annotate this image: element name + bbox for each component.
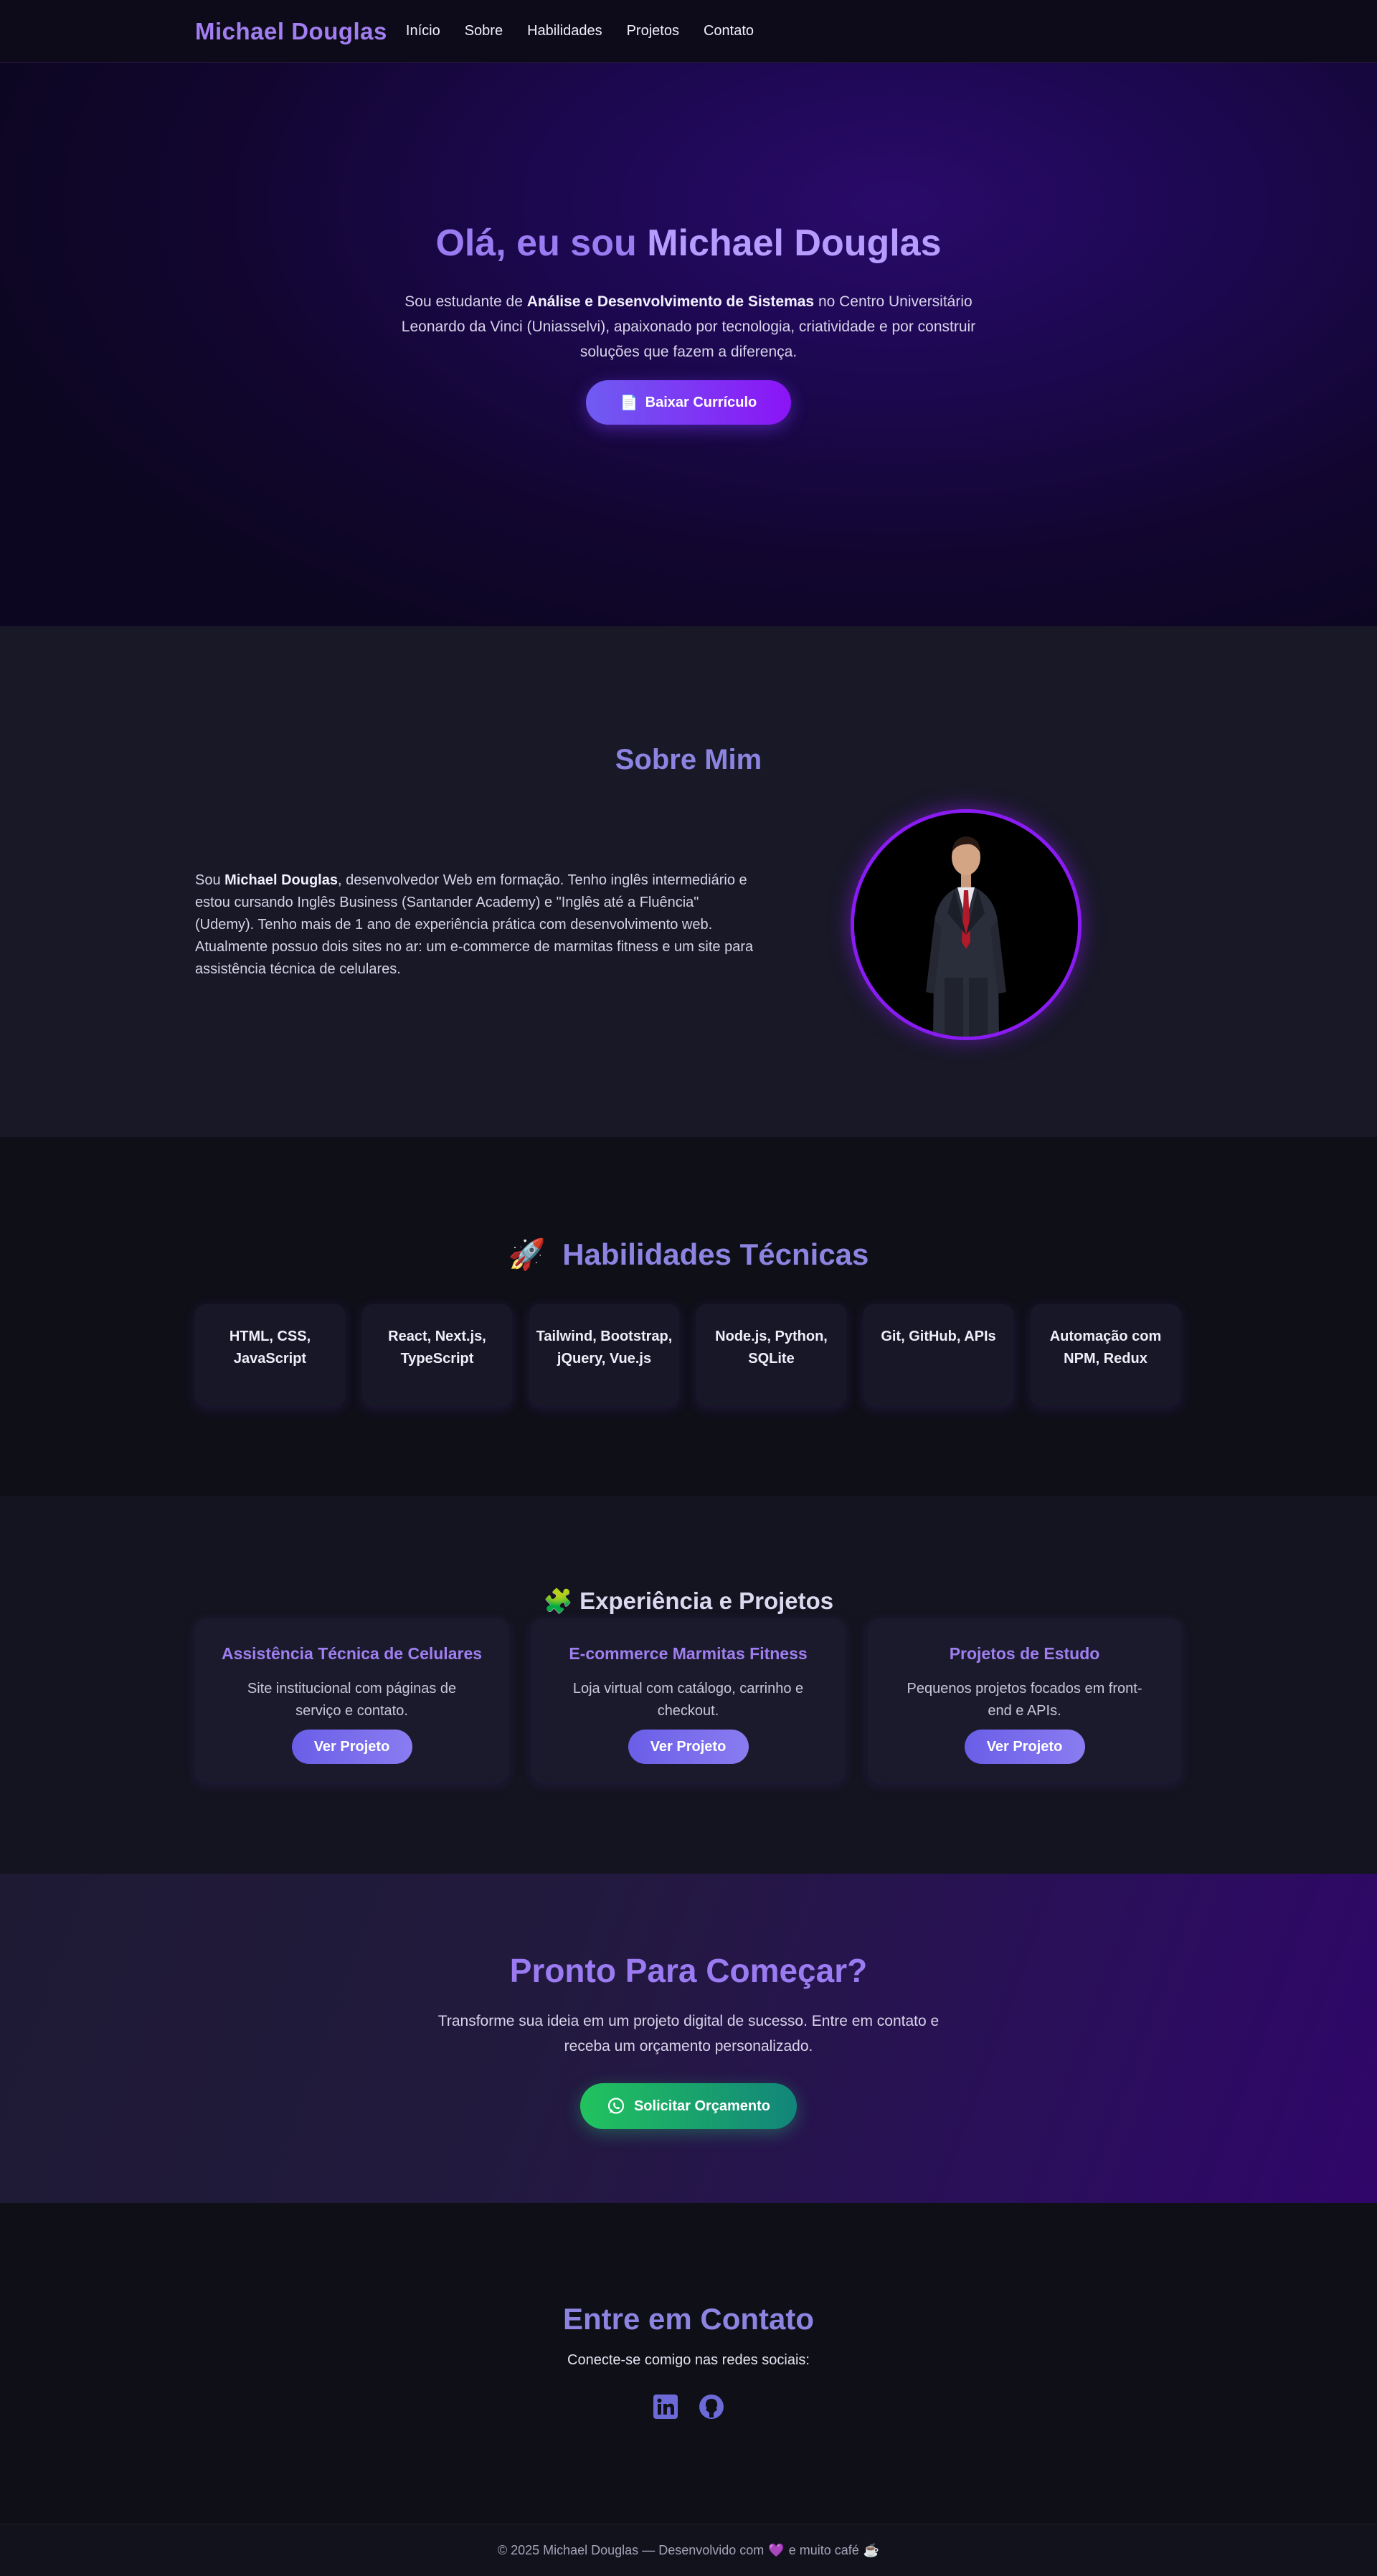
skills-grid: HTML, CSS, JavaScript React, Next.js, Ty… [195, 1304, 1182, 1406]
linkedin-icon[interactable] [652, 2393, 679, 2420]
whatsapp-icon [607, 2098, 625, 2114]
projects-section: 🧩 Experiência e Projetos Assistência Téc… [0, 1496, 1377, 1874]
nav-link-inicio[interactable]: Início [406, 23, 440, 39]
hero-desc-course: Análise e Desenvolvimento de Sistemas [526, 293, 815, 310]
about-title: Sobre Mim [615, 744, 762, 775]
project-title: E-commerce Marmitas Fitness [569, 1644, 808, 1663]
projects-grid: Assistência Técnica de Celulares Site in… [195, 1618, 1182, 1782]
nav-link-contato[interactable]: Contato [704, 23, 754, 39]
nav-link-projetos[interactable]: Projetos [627, 23, 679, 39]
skill-card: Tailwind, Bootstrap, jQuery, Vue.js [529, 1304, 679, 1406]
project-title: Projetos de Estudo [949, 1644, 1100, 1663]
skill-card: HTML, CSS, JavaScript [195, 1304, 345, 1406]
social-links [0, 2393, 1377, 2420]
document-icon: 📄 [620, 395, 638, 411]
puzzle-icon: 🧩 [543, 1587, 573, 1614]
github-icon[interactable] [698, 2393, 725, 2420]
skill-card: Node.js, Python, SQLite [696, 1304, 846, 1406]
about-text-part1: Sou [195, 872, 225, 888]
project-card: Assistência Técnica de Celulares Site in… [195, 1618, 508, 1782]
coffee-icon: ☕ [863, 2542, 880, 2557]
request-quote-button[interactable]: Solicitar Orçamento [580, 2083, 797, 2129]
hero-section: Olá, eu sou Michael Douglas Sou estudant… [0, 63, 1377, 626]
view-project-button[interactable]: Ver Projeto [628, 1730, 749, 1764]
footer-text: © 2025 Michael Douglas — Desenvolvido co… [497, 2542, 765, 2557]
rocket-icon: 🚀 [508, 1237, 546, 1271]
about-text-name: Michael Douglas [224, 872, 338, 888]
hero-desc-part1: Sou estudante de [404, 293, 527, 310]
nav-link-sobre[interactable]: Sobre [465, 23, 503, 39]
request-quote-label: Solicitar Orçamento [633, 2098, 771, 2114]
project-description: Pequenos projetos focados em front-end e… [907, 1681, 1142, 1719]
contact-subtitle: Conecte-se comigo nas redes sociais: [567, 2352, 810, 2368]
hero-title-name: Michael Douglas [647, 222, 942, 264]
skills-title: 🚀 Habilidades Técnicas [195, 1237, 1182, 1273]
hero-description: Sou estudante de Análise e Desenvolvimen… [380, 289, 997, 364]
projects-title-text: Experiência e Projetos [579, 1587, 834, 1614]
footer-text-end: e muito café [788, 2542, 859, 2557]
view-project-button[interactable]: Ver Projeto [964, 1730, 1085, 1764]
project-card: Projetos de Estudo Pequenos projetos foc… [868, 1618, 1181, 1782]
nav-link-habilidades[interactable]: Habilidades [527, 23, 602, 39]
skills-section: 🚀 Habilidades Técnicas HTML, CSS, JavaSc… [0, 1137, 1377, 1496]
view-project-button[interactable]: Ver Projeto [291, 1730, 412, 1764]
contact-section: Entre em Contato Conecte-se comigo nas r… [0, 2203, 1377, 2524]
brand-logo[interactable]: Michael Douglas [195, 18, 387, 45]
skills-title-text: Habilidades Técnicas [562, 1237, 869, 1271]
download-cv-label: Baixar Currículo [645, 394, 757, 410]
project-description: Loja virtual com catálogo, carrinho e ch… [572, 1681, 804, 1719]
cta-section: Pronto Para Começar? Transforme sua idei… [0, 1874, 1377, 2203]
hero-title: Olá, eu sou Michael Douglas [435, 222, 941, 265]
about-section: Sobre Mim Sou Michael Douglas, desenvolv… [0, 626, 1377, 1137]
project-title: Assistência Técnica de Celulares [221, 1644, 483, 1663]
footer: © 2025 Michael Douglas — Desenvolvido co… [0, 2524, 1377, 2576]
profile-photo [851, 809, 1082, 1040]
heart-icon: 💜 [768, 2542, 785, 2557]
project-card: E-commerce Marmitas Fitness Loja virtual… [531, 1618, 845, 1782]
cta-text: Transforme sua ideia em um projeto digit… [437, 2013, 940, 2054]
skill-card: Git, GitHub, APIs [863, 1304, 1013, 1406]
cta-title: Pronto Para Começar? [509, 1952, 868, 1989]
about-text: Sou Michael Douglas, desenvolvedor Web e… [195, 869, 762, 981]
hero-title-prefix: Olá, eu sou [435, 222, 648, 264]
project-description: Site institucional com páginas de serviç… [247, 1681, 457, 1719]
skill-card: Automação com NPM, Redux [1031, 1304, 1180, 1406]
download-cv-button[interactable]: 📄 Baixar Currículo [585, 380, 792, 425]
top-navbar: Michael Douglas Início Sobre Habilidades… [0, 0, 1377, 63]
projects-title: 🧩 Experiência e Projetos [195, 1587, 1182, 1615]
skill-card: React, Next.js, TypeScript [362, 1304, 512, 1406]
contact-title: Entre em Contato [562, 2302, 815, 2336]
profile-photo-figure [854, 813, 1078, 1037]
